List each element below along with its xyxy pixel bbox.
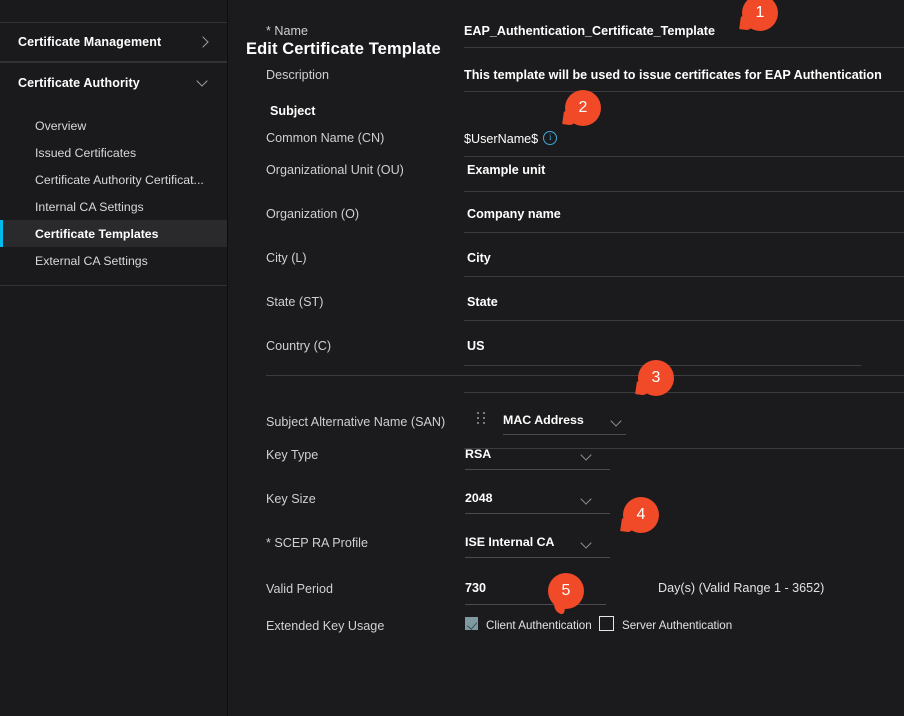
name-value[interactable]: EAP_Authentication_Certificate_Template xyxy=(464,24,715,38)
sidebar-item-issued-certificates[interactable]: Issued Certificates xyxy=(0,139,227,166)
application-window: Certificate Management Certificate Autho… xyxy=(0,0,904,716)
city-label: City (L) xyxy=(266,251,307,265)
description-label: Description xyxy=(266,68,329,82)
sidebar-top-spacer xyxy=(0,0,227,22)
organizational-unit-value[interactable]: Example unit xyxy=(467,163,545,177)
san-select-underline xyxy=(503,434,626,435)
main-content: Edit Certificate Template * Name EAP_Aut… xyxy=(228,0,904,716)
sidebar-item-label: Issued Certificates xyxy=(35,145,137,160)
callout-badge-5[interactable]: 5 xyxy=(548,573,584,609)
state-underline xyxy=(464,320,904,321)
page-title: Edit Certificate Template xyxy=(246,40,441,59)
name-label: * Name xyxy=(266,24,308,38)
scep-ra-profile-select-value: ISE Internal CA xyxy=(465,535,555,549)
key-type-underline xyxy=(465,469,610,470)
info-icon[interactable] xyxy=(543,131,558,145)
chevron-down-icon xyxy=(581,539,593,547)
callout-badge-3[interactable]: 3 xyxy=(638,360,674,396)
client-authentication-checkbox[interactable] xyxy=(465,617,478,630)
organization-label: Organization (O) xyxy=(266,207,360,221)
callout-badge-number: 1 xyxy=(755,4,765,21)
san-top-underline xyxy=(464,392,904,393)
organization-underline xyxy=(464,232,904,233)
callout-badge-2[interactable]: 2 xyxy=(565,90,601,126)
sidebar-divider xyxy=(0,285,227,286)
chevron-down-icon xyxy=(581,495,593,503)
client-authentication-label: Client Authentication xyxy=(486,619,592,632)
sidebar-navigation: Certificate Management Certificate Autho… xyxy=(0,0,228,716)
chevron-down-icon xyxy=(197,76,211,90)
sidebar-group-label: Certificate Management xyxy=(18,35,162,49)
sidebar-item-overview[interactable]: Overview xyxy=(0,112,227,139)
chevron-right-icon xyxy=(197,35,211,49)
callout-badge-number: 4 xyxy=(636,506,646,523)
callout-badge-4[interactable]: 4 xyxy=(623,497,659,533)
drag-handle-icon[interactable] xyxy=(477,411,486,425)
server-authentication-label: Server Authentication xyxy=(622,619,733,632)
valid-period-value[interactable]: 730 xyxy=(465,581,486,595)
common-name-value[interactable]: $UserName$ xyxy=(464,131,558,146)
scep-ra-profile-select[interactable]: ISE Internal CA xyxy=(465,535,593,549)
key-size-select[interactable]: 2048 xyxy=(465,491,593,505)
sidebar-item-label: Internal CA Settings xyxy=(35,199,144,214)
organizational-unit-underline xyxy=(464,191,904,192)
country-value[interactable]: US xyxy=(467,339,485,353)
key-size-select-value: 2048 xyxy=(465,491,493,505)
sidebar-group-certificate-authority[interactable]: Certificate Authority xyxy=(0,62,227,103)
sidebar-item-label: External CA Settings xyxy=(35,253,148,268)
sidebar-item-label: Certificate Authority Certificat... xyxy=(35,172,204,187)
server-authentication-checkbox[interactable] xyxy=(599,616,614,631)
country-label: Country (C) xyxy=(266,339,332,353)
extended-key-usage-label: Extended Key Usage xyxy=(266,619,385,633)
scep-ra-profile-label: * SCEP RA Profile xyxy=(266,536,368,550)
common-name-underline xyxy=(464,156,904,157)
sidebar-item-certificate-templates[interactable]: Certificate Templates xyxy=(0,220,227,247)
key-type-select-value: RSA xyxy=(465,447,492,461)
san-select-value: MAC Address xyxy=(503,413,584,427)
chevron-down-icon xyxy=(611,417,623,425)
key-size-label: Key Size xyxy=(266,492,316,506)
sidebar-item-internal-ca-settings[interactable]: Internal CA Settings xyxy=(0,193,227,220)
city-underline xyxy=(464,276,904,277)
callout-badge-number: 5 xyxy=(561,582,571,599)
sidebar-item-label: Overview xyxy=(35,118,87,133)
chevron-down-icon xyxy=(581,451,593,459)
organizational-unit-label: Organizational Unit (OU) xyxy=(266,163,404,177)
san-label: Subject Alternative Name (SAN) xyxy=(266,415,446,429)
san-section-divider xyxy=(266,375,904,376)
subject-heading-label: Subject xyxy=(270,104,316,118)
sidebar-item-certificate-authority-certificates[interactable]: Certificate Authority Certificat... xyxy=(0,166,227,193)
sidebar-group-certificate-management[interactable]: Certificate Management xyxy=(0,22,227,62)
description-value[interactable]: This template will be used to issue cert… xyxy=(464,68,882,82)
san-select[interactable]: MAC Address xyxy=(503,413,623,427)
callout-badge-number: 3 xyxy=(651,369,661,386)
name-underline xyxy=(464,47,904,48)
valid-period-label: Valid Period xyxy=(266,582,333,596)
city-value[interactable]: City xyxy=(467,251,491,265)
scep-ra-profile-underline xyxy=(465,557,610,558)
sidebar-item-external-ca-settings[interactable]: External CA Settings xyxy=(0,247,227,274)
key-type-label: Key Type xyxy=(266,448,319,462)
valid-period-suffix: Day(s) (Valid Range 1 - 3652) xyxy=(658,581,825,595)
state-value[interactable]: State xyxy=(467,295,498,309)
callout-badge-1[interactable]: 1 xyxy=(742,0,778,31)
common-name-label: Common Name (CN) xyxy=(266,131,385,145)
common-name-text: $UserName$ xyxy=(464,132,539,146)
organization-value[interactable]: Company name xyxy=(467,207,561,221)
sidebar-group-label: Certificate Authority xyxy=(18,76,140,90)
valid-period-underline xyxy=(465,604,606,605)
callout-badge-number: 2 xyxy=(578,99,588,116)
state-label: State (ST) xyxy=(266,295,324,309)
sidebar-item-label: Certificate Templates xyxy=(35,226,159,241)
key-size-underline xyxy=(465,513,610,514)
description-underline xyxy=(464,91,904,92)
key-type-select[interactable]: RSA xyxy=(465,447,593,461)
